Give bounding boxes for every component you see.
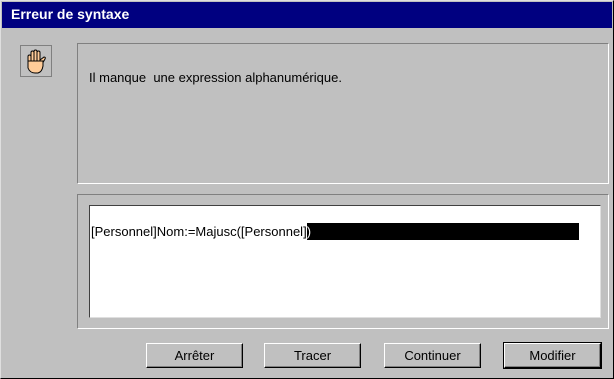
code-field[interactable]: [Personnel]Nom:=Majusc([Personnel]) <box>89 205 601 318</box>
syntax-error-dialog: Erreur de syntaxe Il manque une expressi… <box>0 0 614 379</box>
code-selection[interactable]: ) <box>306 223 579 240</box>
stop-button[interactable]: Arrêter <box>146 343 243 368</box>
stop-hand-icon <box>20 45 52 77</box>
title-bar[interactable]: Erreur de syntaxe <box>2 2 612 28</box>
code-panel: [Personnel]Nom:=Majusc([Personnel]) <box>77 194 609 329</box>
message-panel: Il manque une expression alphanumérique. <box>77 43 609 184</box>
code-line: [Personnel]Nom:=Majusc([Personnel]) <box>91 223 579 240</box>
continue-button[interactable]: Continuer <box>384 343 481 368</box>
modify-button[interactable]: Modifier <box>503 342 602 369</box>
dialog-title: Erreur de syntaxe <box>11 6 130 22</box>
trace-button[interactable]: Tracer <box>264 343 361 368</box>
error-message: Il manque une expression alphanumérique. <box>89 70 342 85</box>
code-text: [Personnel]Nom:=Majusc([Personnel] <box>91 224 307 239</box>
